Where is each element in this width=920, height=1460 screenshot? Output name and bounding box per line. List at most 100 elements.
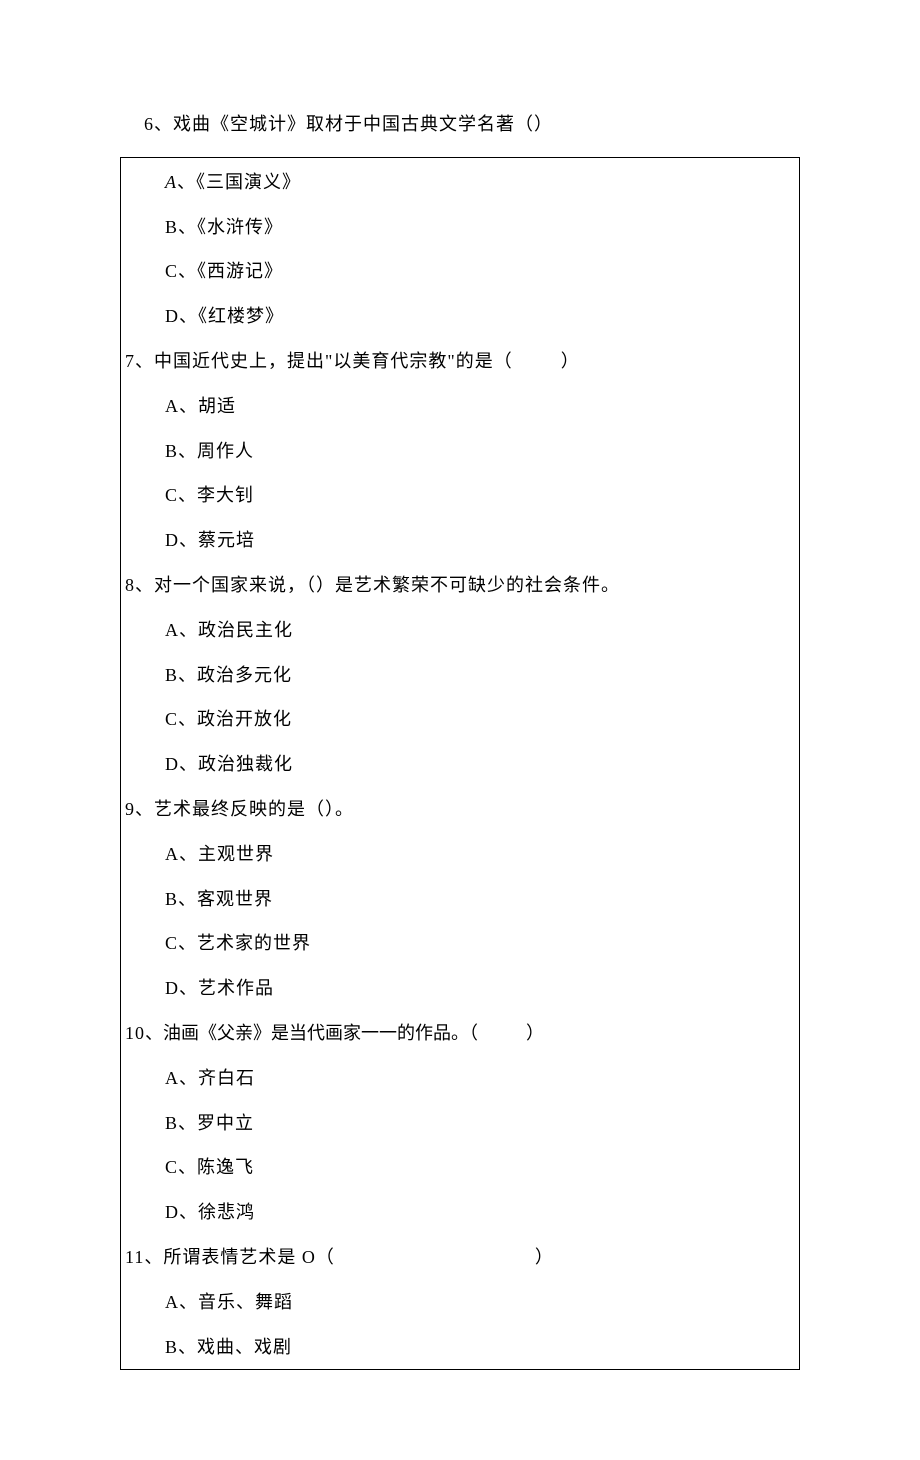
option-letter: D <box>165 1202 179 1222</box>
question-9-stem: 9、艺术最终反映的是（）。 <box>121 787 799 832</box>
question-number: 9 <box>125 799 135 819</box>
option-letter: C <box>165 933 178 953</box>
option-text: 《水浒传》 <box>197 217 283 237</box>
question-10-option-a: A、齐白石 <box>121 1056 799 1101</box>
question-8-option-d: D、政治独裁化 <box>121 742 799 787</box>
question-10-option-b: B、罗中立 <box>121 1101 799 1146</box>
question-10-option-d: D、徐悲鸿 <box>121 1190 799 1235</box>
question-7-stem: 7、中国近代史上，提出"以美育代宗教"的是（ ） <box>121 339 799 384</box>
option-sep: 、 <box>178 261 197 281</box>
option-letter: C <box>165 709 178 729</box>
question-6-option-d: D、《红楼梦》 <box>121 294 799 339</box>
document-page: 6、戏曲《空城计》取材于中国古典文学名著（） A、《三国演义》 B、《水浒传》 … <box>0 0 920 1460</box>
question-stem-text: 、对一个国家来说，（）是艺术繁荣不可缺少的社会条件。 <box>135 575 620 595</box>
option-text: 《三国演义》 <box>196 172 301 192</box>
option-sep: 、 <box>179 396 198 416</box>
option-text: 李大钊 <box>197 485 254 505</box>
option-text: 艺术家的世界 <box>197 933 311 953</box>
option-letter: D <box>165 978 179 998</box>
question-7-option-b: B、周作人 <box>121 429 799 474</box>
option-sep: 、 <box>179 978 198 998</box>
option-text: 罗中立 <box>197 1113 254 1133</box>
option-text: 《西游记》 <box>197 261 283 281</box>
option-text: 周作人 <box>197 441 254 461</box>
question-10-option-c: C、陈逸飞 <box>121 1145 799 1190</box>
question-number: 11 <box>125 1247 144 1267</box>
option-sep: 、 <box>178 709 197 729</box>
question-6-option-a: A、《三国演义》 <box>121 158 799 205</box>
question-7-option-d: D、蔡元培 <box>121 518 799 563</box>
option-text: 《红楼梦》 <box>198 306 284 326</box>
option-letter: C <box>165 485 178 505</box>
question-6-stem: 6、戏曲《空城计》取材于中国古典文学名著（） <box>120 110 800 139</box>
question-7-option-c: C、李大钊 <box>121 473 799 518</box>
question-6-option-b: B、《水浒传》 <box>121 205 799 250</box>
question-stem-text: 、中国近代史上，提出"以美育代宗教"的是（ <box>135 351 513 371</box>
question-8-option-b: B、政治多元化 <box>121 653 799 698</box>
option-text: 胡适 <box>198 396 236 416</box>
option-text: 政治开放化 <box>197 709 292 729</box>
question-number: 8 <box>125 575 135 595</box>
question-8-stem: 8、对一个国家来说，（）是艺术繁荣不可缺少的社会条件。 <box>121 563 799 608</box>
option-sep: 、 <box>178 1337 197 1357</box>
question-6-option-c: C、《西游记》 <box>121 249 799 294</box>
question-6-outer: 6、戏曲《空城计》取材于中国古典文学名著（） <box>120 110 800 139</box>
option-text: 艺术作品 <box>198 978 274 998</box>
question-9-option-d: D、艺术作品 <box>121 966 799 1011</box>
option-sep: 、 <box>179 1068 198 1088</box>
option-sep: 、 <box>179 1292 198 1312</box>
question-stem-text: 、戏曲《空城计》取材于中国古典文学名著（） <box>154 114 553 134</box>
option-sep: 、 <box>178 485 197 505</box>
option-sep: 、 <box>178 217 197 237</box>
question-9-option-b: B、客观世界 <box>121 877 799 922</box>
option-letter: B <box>165 441 178 461</box>
option-text: 主观世界 <box>198 844 274 864</box>
question-9-option-a: A、主观世界 <box>121 832 799 877</box>
question-number: 6 <box>144 114 154 134</box>
option-letter: B <box>165 889 178 909</box>
question-stem-text: 、艺术最终反映的是（）。 <box>135 799 354 819</box>
option-text: 陈逸飞 <box>197 1157 254 1177</box>
option-text: 政治民主化 <box>198 620 293 640</box>
option-letter: A <box>165 1292 179 1312</box>
option-text: 齐白石 <box>198 1068 255 1088</box>
option-text: 政治独裁化 <box>198 754 293 774</box>
question-number: 7 <box>125 351 135 371</box>
option-sep: 、 <box>178 441 197 461</box>
bordered-question-block: A、《三国演义》 B、《水浒传》 C、《西游记》 D、《红楼梦》 7、中国近代史… <box>120 157 800 1371</box>
option-letter: D <box>165 306 179 326</box>
option-sep: 、 <box>179 306 198 326</box>
option-sep: 、 <box>179 844 198 864</box>
option-sep: 、 <box>178 1113 197 1133</box>
option-letter: A <box>165 1068 179 1088</box>
question-10-stem: 10、油画《父亲》是当代画家一一的作品。（ ） <box>121 1011 799 1056</box>
option-text: 戏曲、戏剧 <box>197 1337 292 1357</box>
question-7-option-a: A、胡适 <box>121 384 799 429</box>
question-stem-suffix: ） <box>561 351 580 371</box>
option-letter: A <box>165 620 179 640</box>
option-letter: D <box>165 754 179 774</box>
option-letter: B <box>165 1337 178 1357</box>
option-letter: B <box>165 1113 178 1133</box>
question-8-option-a: A、政治民主化 <box>121 608 799 653</box>
question-8-option-c: C、政治开放化 <box>121 697 799 742</box>
option-sep: 、 <box>179 1202 198 1222</box>
question-9-option-c: C、艺术家的世界 <box>121 921 799 966</box>
question-stem-suffix: ） <box>526 1023 545 1043</box>
option-letter: A <box>165 396 179 416</box>
option-sep: 、 <box>178 933 197 953</box>
option-letter: A <box>165 172 177 192</box>
option-sep: 、 <box>178 1157 197 1177</box>
option-letter: C <box>165 261 178 281</box>
option-text: 蔡元培 <box>198 530 255 550</box>
option-sep: 、 <box>179 530 198 550</box>
question-stem-text: 、油画《父亲》是当代画家一一的作品。（ <box>145 1023 478 1043</box>
option-sep: 、 <box>177 172 196 192</box>
question-number: 10 <box>125 1023 145 1043</box>
option-text: 政治多元化 <box>197 665 292 685</box>
question-11-option-b: B、戏曲、戏剧 <box>121 1325 799 1370</box>
option-text: 音乐、舞蹈 <box>198 1292 293 1312</box>
question-stem-suffix: ） <box>535 1247 554 1267</box>
question-11-stem: 11、所谓表情艺术是 O（） <box>121 1235 799 1280</box>
option-sep: 、 <box>178 665 197 685</box>
